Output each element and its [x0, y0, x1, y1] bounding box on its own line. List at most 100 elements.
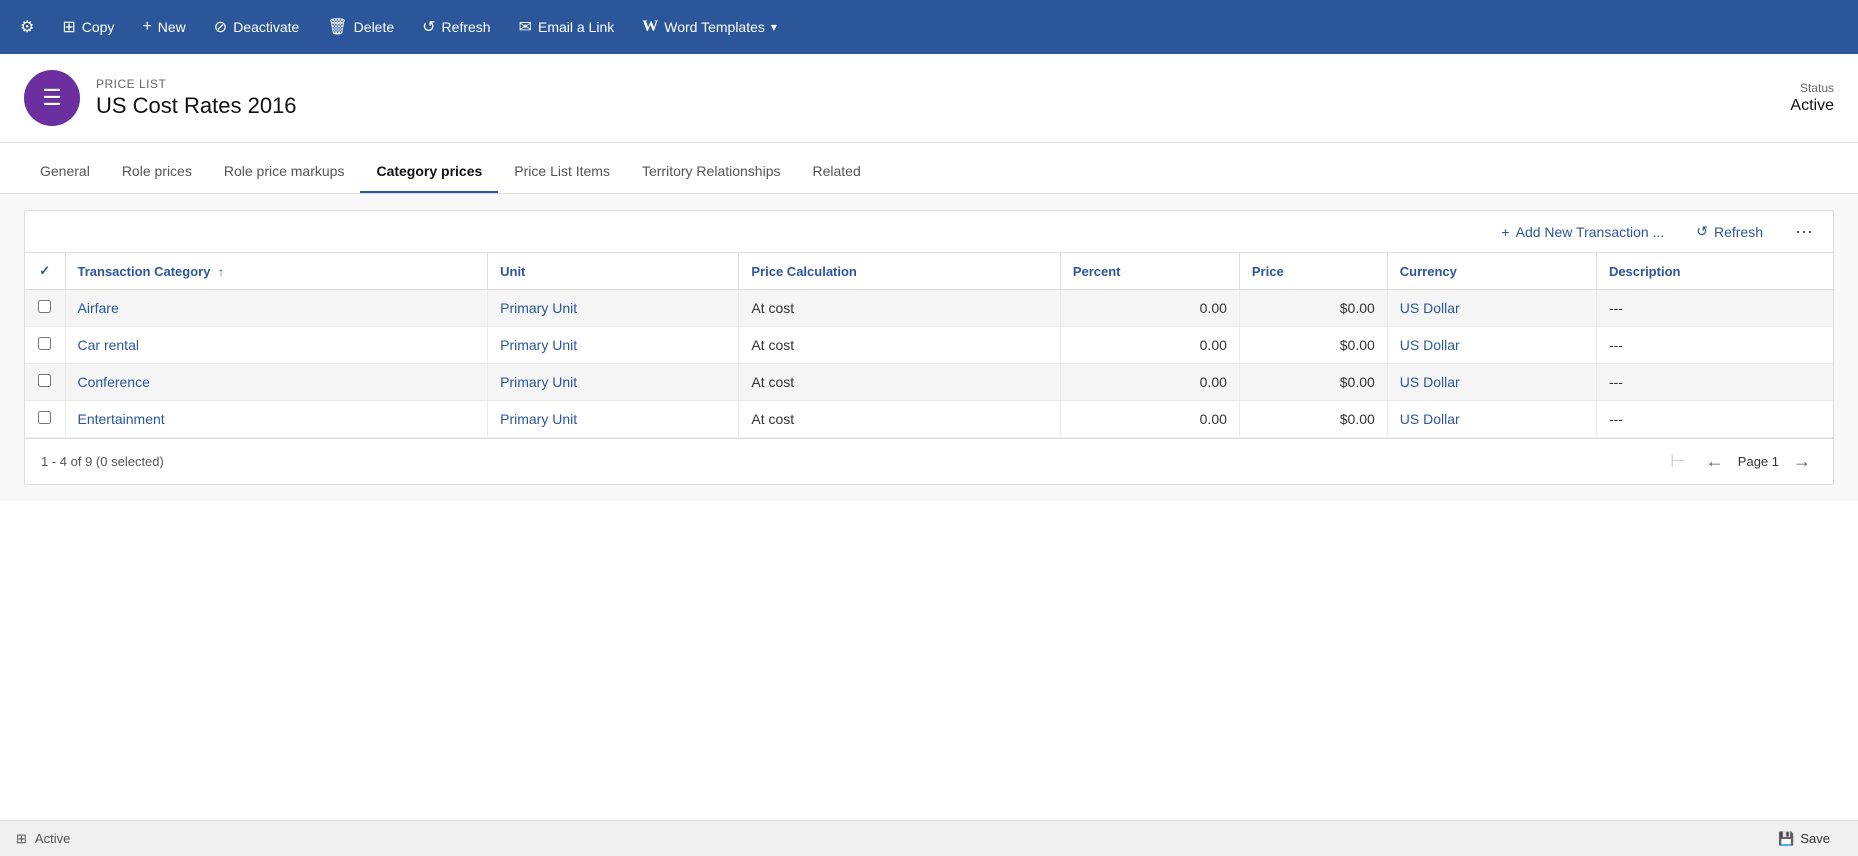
delete-button[interactable]: 🗑 Delete [315, 11, 406, 43]
unit-link[interactable]: Primary Unit [500, 374, 577, 390]
row-transaction-category: Entertainment [65, 401, 488, 438]
add-icon: + [1501, 224, 1509, 240]
header-left: ☰ PRICE LIST US Cost Rates 2016 [24, 70, 297, 126]
table-row: Car rental Primary Unit At cost 0.00 $0.… [25, 327, 1833, 364]
status-bar-icon: ⊞ [16, 831, 27, 847]
row-price: $0.00 [1239, 364, 1387, 401]
row-checkbox[interactable] [25, 401, 65, 438]
checkmark-icon: ✓ [39, 263, 50, 278]
col-header-transaction-category[interactable]: Transaction Category ↑ [65, 253, 488, 290]
unit-link[interactable]: Primary Unit [500, 337, 577, 353]
col-header-currency[interactable]: Currency [1387, 253, 1596, 290]
row-unit: Primary Unit [488, 401, 739, 438]
row-currency: US Dollar [1387, 364, 1596, 401]
add-new-transaction-button[interactable]: + Add New Transaction ... [1493, 220, 1672, 244]
grid-container: + Add New Transaction ... ↺ Refresh ··· … [24, 210, 1834, 485]
row-transaction-category: Airfare [65, 290, 488, 327]
delete-icon: 🗑 [327, 17, 347, 37]
col-header-price-calculation[interactable]: Price Calculation [739, 253, 1060, 290]
unit-link[interactable]: Primary Unit [500, 411, 577, 427]
header-right: Status Active [1790, 81, 1834, 115]
grid-refresh-button[interactable]: ↺ Refresh [1688, 219, 1771, 244]
currency-link[interactable]: US Dollar [1400, 374, 1460, 390]
tab-related[interactable]: Related [796, 151, 876, 193]
row-description: --- [1596, 327, 1833, 364]
tab-role-prices[interactable]: Role prices [106, 151, 208, 193]
currency-link[interactable]: US Dollar [1400, 411, 1460, 427]
row-currency: US Dollar [1387, 401, 1596, 438]
row-price: $0.00 [1239, 401, 1387, 438]
tab-price-list-items[interactable]: Price List Items [498, 151, 626, 193]
record-header: ☰ PRICE LIST US Cost Rates 2016 Status A… [0, 54, 1858, 143]
currency-link[interactable]: US Dollar [1400, 300, 1460, 316]
col-header-description[interactable]: Description [1596, 253, 1833, 290]
tab-general[interactable]: General [24, 151, 106, 193]
ellipsis-icon: ··· [1795, 221, 1813, 241]
tab-role-price-markups[interactable]: Role price markups [208, 151, 361, 193]
copy-button[interactable]: ⊞ Copy [50, 11, 126, 43]
status-bar-status: Active [35, 831, 70, 846]
row-percent: 0.00 [1060, 401, 1239, 438]
transaction-category-link[interactable]: Car rental [78, 337, 139, 353]
select-all-header[interactable]: ✓ [25, 253, 65, 290]
grid-toolbar: + Add New Transaction ... ↺ Refresh ··· [25, 211, 1833, 253]
row-percent: 0.00 [1060, 364, 1239, 401]
row-percent: 0.00 [1060, 290, 1239, 327]
row-select-checkbox[interactable] [38, 337, 51, 350]
chevron-down-icon: ▾ [771, 20, 777, 34]
row-description: --- [1596, 290, 1833, 327]
row-select-checkbox[interactable] [38, 374, 51, 387]
new-button[interactable]: + New [130, 12, 197, 42]
row-price: $0.00 [1239, 290, 1387, 327]
email-link-button[interactable]: ✉ Email a Link [507, 11, 627, 43]
row-percent: 0.00 [1060, 327, 1239, 364]
unit-link[interactable]: Primary Unit [500, 300, 577, 316]
refresh-icon: ↺ [422, 17, 435, 37]
grid-refresh-icon: ↺ [1696, 223, 1708, 240]
row-checkbox[interactable] [25, 290, 65, 327]
row-unit: Primary Unit [488, 327, 739, 364]
refresh-button[interactable]: ↺ Refresh [410, 11, 502, 43]
row-transaction-category: Conference [65, 364, 488, 401]
row-price: $0.00 [1239, 327, 1387, 364]
deactivate-button[interactable]: ⊘ Deactivate [202, 11, 312, 43]
prev-page-button[interactable]: ← [1700, 449, 1730, 474]
first-page-button[interactable]: ⊢ [1664, 449, 1692, 474]
row-unit: Primary Unit [488, 364, 739, 401]
table-body: Airfare Primary Unit At cost 0.00 $0.00 … [25, 290, 1833, 438]
table-header-row: ✓ Transaction Category ↑ Unit Price Calc… [25, 253, 1833, 290]
row-checkbox[interactable] [25, 327, 65, 364]
row-checkbox[interactable] [25, 364, 65, 401]
status-label: Status [1790, 81, 1834, 95]
content-area: + Add New Transaction ... ↺ Refresh ··· … [0, 194, 1858, 501]
settings-button[interactable]: ⚙ [8, 11, 46, 43]
transaction-category-link[interactable]: Entertainment [78, 411, 165, 427]
next-page-button[interactable]: → [1787, 449, 1817, 474]
transaction-category-link[interactable]: Airfare [78, 300, 119, 316]
col-header-percent[interactable]: Percent [1060, 253, 1239, 290]
currency-link[interactable]: US Dollar [1400, 337, 1460, 353]
tab-bar: General Role prices Role price markups C… [0, 151, 1858, 194]
row-description: --- [1596, 401, 1833, 438]
record-title: US Cost Rates 2016 [96, 93, 297, 119]
word-icon: W [642, 18, 658, 36]
word-templates-button[interactable]: W Word Templates ▾ [630, 12, 789, 42]
transaction-category-link[interactable]: Conference [78, 374, 150, 390]
row-select-checkbox[interactable] [38, 300, 51, 313]
row-description: --- [1596, 364, 1833, 401]
col-header-price[interactable]: Price [1239, 253, 1387, 290]
grid-more-button[interactable]: ··· [1787, 219, 1821, 244]
row-price-calculation: At cost [739, 327, 1060, 364]
record-type-label: PRICE LIST [96, 77, 297, 91]
col-header-unit[interactable]: Unit [488, 253, 739, 290]
main-content: ☰ PRICE LIST US Cost Rates 2016 Status A… [0, 54, 1858, 820]
row-currency: US Dollar [1387, 290, 1596, 327]
row-select-checkbox[interactable] [38, 411, 51, 424]
data-table: ✓ Transaction Category ↑ Unit Price Calc… [25, 253, 1833, 438]
sort-icon: ↑ [218, 265, 224, 279]
tab-category-prices[interactable]: Category prices [360, 151, 498, 193]
avatar-icon: ☰ [42, 85, 62, 111]
row-currency: US Dollar [1387, 327, 1596, 364]
tab-territory-relationships[interactable]: Territory Relationships [626, 151, 797, 193]
save-button[interactable]: 💾 Save [1766, 827, 1842, 851]
